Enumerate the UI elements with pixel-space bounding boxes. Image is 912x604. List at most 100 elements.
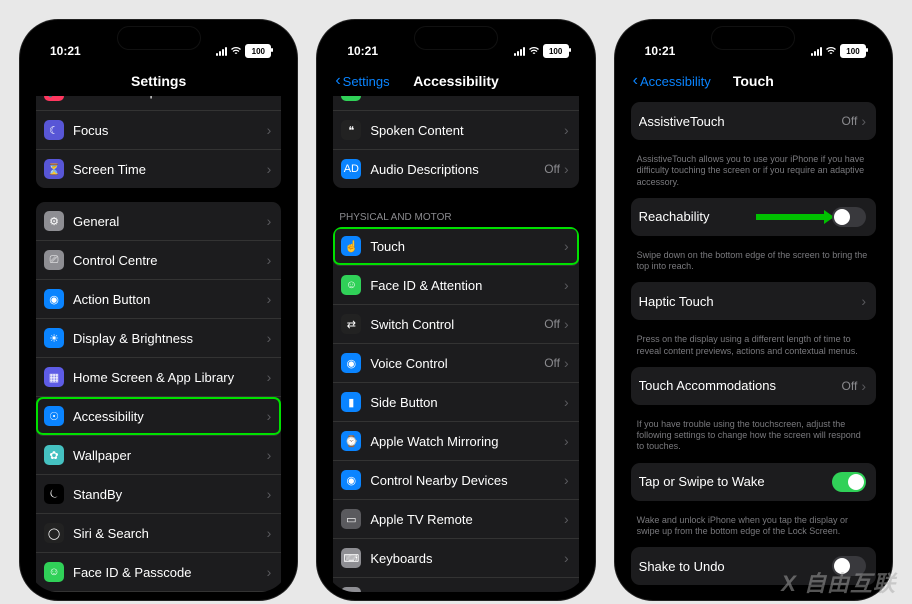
status-time: 10:21 (645, 44, 676, 58)
settings-row-wall[interactable]: ✿Wallpaper› (36, 436, 281, 475)
row-value: Off (544, 162, 560, 176)
touch-row-reachability[interactable]: Reachability (631, 198, 876, 236)
chevron-right-icon: › (267, 486, 272, 502)
phone-frame-2: 10:21 100 ‹Settings Accessibility ☆Motio… (317, 20, 594, 600)
action-icon: ◉ (44, 289, 64, 309)
row-label: Side Button (370, 395, 564, 410)
accessibility-row-ad[interactable]: ADAudio DescriptionsOff› (333, 150, 578, 188)
settings-row-sounds[interactable]: 🔈Sounds & Haptics› (36, 96, 281, 111)
accessibility-row-speak[interactable]: ❝Spoken Content› (333, 111, 578, 150)
row-label: Display & Brightness (73, 331, 267, 346)
focus-icon: ☾ (44, 120, 64, 140)
accessibility-row-switch[interactable]: ⇄Switch ControlOff› (333, 305, 578, 344)
siri-icon: ◯ (44, 523, 64, 543)
touch-row-tap-to-wake[interactable]: Tap or Swipe to Wake (631, 463, 876, 501)
chevron-right-icon: › (267, 408, 272, 424)
nav-bar: ‹Settings Accessibility (325, 66, 586, 97)
settings-row-sun[interactable]: ☀ Display & Brightness› (36, 319, 281, 358)
accessibility-row-touch[interactable]: ☝Touch› (333, 227, 578, 266)
row-label: Control Nearby Devices (370, 473, 564, 488)
chevron-right-icon: › (267, 161, 272, 177)
row-label: Wallpaper (73, 448, 267, 463)
touch-row-haptic-touch[interactable]: Haptic Touch› (631, 282, 876, 320)
tv-icon: ▭ (341, 509, 361, 529)
back-button[interactable]: ‹Accessibility (633, 73, 711, 89)
access-icon: ☉ (44, 406, 64, 426)
row-label: Tap or Swipe to Wake (639, 474, 832, 489)
toggle-switch[interactable] (832, 207, 866, 227)
accessibility-row-keyboard[interactable]: ⌨Keyboards› (333, 539, 578, 578)
chevron-right-icon: › (267, 330, 272, 346)
row-label: Home Screen & App Library (73, 370, 267, 385)
settings-row-switches[interactable]: ⎚Control Centre› (36, 241, 281, 280)
signal-icon (811, 46, 822, 56)
row-label: AirPods (370, 590, 564, 593)
settings-row-faceid[interactable]: ☺Face ID & Passcode› (36, 553, 281, 592)
gear-icon: ⚙ (44, 211, 64, 231)
section-footer: AssistiveTouch allows you to use your iP… (623, 154, 884, 198)
watch-icon: ⌚ (341, 431, 361, 451)
hourglass-icon: ⏳ (44, 159, 64, 179)
touch-row-assistivetouch[interactable]: AssistiveTouchOff› (631, 102, 876, 140)
switches-icon: ⎚ (44, 250, 64, 270)
row-label: Face ID & Attention (370, 278, 564, 293)
standby-icon: ⏾ (44, 484, 64, 504)
toggle-switch[interactable] (832, 556, 866, 576)
status-time: 10:21 (50, 44, 81, 58)
chevron-right-icon: › (267, 96, 272, 99)
settings-row-access[interactable]: ☉ Accessibility› (36, 397, 281, 436)
settings-row-siri[interactable]: ◯Siri & Search› (36, 514, 281, 553)
battery-icon: 100 (840, 44, 866, 58)
face-icon: ☺ (341, 275, 361, 295)
accessibility-row-side[interactable]: ▮Side Button› (333, 383, 578, 422)
settings-row-standby[interactable]: ⏾ StandBy› (36, 475, 281, 514)
settings-row-gear[interactable]: ⚙General› (36, 202, 281, 241)
settings-row-grid[interactable]: ▦Home Screen & App Library› (36, 358, 281, 397)
chevron-right-icon: › (564, 277, 569, 293)
dynamic-island (414, 26, 498, 50)
chevron-right-icon: › (861, 293, 866, 309)
dynamic-island (117, 26, 201, 50)
row-value: Off (544, 356, 560, 370)
chevron-right-icon: › (267, 369, 272, 385)
row-label: StandBy (73, 487, 267, 502)
accessibility-row-face[interactable]: ☺ Face ID & Attention› (333, 266, 578, 305)
motion-icon: ☆ (341, 96, 361, 101)
accessibility-row-airpods[interactable]: ◌AirPods› (333, 578, 578, 592)
back-label: Accessibility (640, 74, 711, 89)
toggle-switch[interactable] (832, 472, 866, 492)
sounds-icon: 🔈 (44, 96, 64, 101)
settings-row-action[interactable]: ◉Action Button› (36, 280, 281, 319)
accessibility-row-tv[interactable]: ▭Apple TV Remote› (333, 500, 578, 539)
accessibility-row-nearby[interactable]: ◉Control Nearby Devices› (333, 461, 578, 500)
row-label: Accessibility (73, 409, 267, 424)
chevron-right-icon: › (564, 355, 569, 371)
chevron-right-icon: › (267, 564, 272, 580)
sun-icon: ☀ (44, 328, 64, 348)
touch-icon: ☝ (341, 236, 361, 256)
chevron-right-icon: › (564, 122, 569, 138)
row-label: Spoken Content (370, 123, 564, 138)
chevron-right-icon: › (267, 291, 272, 307)
accessibility-row-watch[interactable]: ⌚Apple Watch Mirroring› (333, 422, 578, 461)
chevron-right-icon: › (564, 316, 569, 332)
highlight-arrow (756, 214, 826, 220)
settings-row-focus[interactable]: ☾Focus› (36, 111, 281, 150)
section-footer: Wake and unlock iPhone when you tap the … (623, 515, 884, 548)
touch-row-touch-accommodations[interactable]: Touch AccommodationsOff› (631, 367, 876, 405)
row-label: Touch Accommodations (639, 378, 842, 393)
row-label: Shake to Undo (639, 559, 832, 574)
row-value: Off (842, 379, 858, 393)
back-button[interactable]: ‹Settings (335, 73, 389, 89)
chevron-right-icon: › (564, 550, 569, 566)
accessibility-row-voice[interactable]: ◉Voice ControlOff› (333, 344, 578, 383)
airpods-icon: ◌ (341, 587, 361, 592)
chevron-right-icon: › (267, 447, 272, 463)
chevron-left-icon: ‹ (335, 73, 340, 89)
settings-row-hourglass[interactable]: ⏳Screen Time› (36, 150, 281, 188)
back-label: Settings (343, 74, 390, 89)
touch-row-shake-to-undo[interactable]: Shake to Undo (631, 547, 876, 585)
row-label: Apple Watch Mirroring (370, 434, 564, 449)
accessibility-row-motion[interactable]: ☆Motion› (333, 96, 578, 111)
chevron-right-icon: › (267, 525, 272, 541)
